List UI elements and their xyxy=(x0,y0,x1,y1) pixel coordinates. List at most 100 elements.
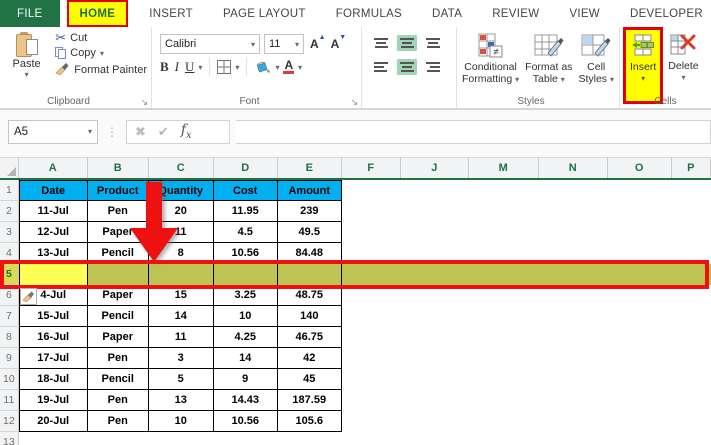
cell-B12[interactable]: Pen xyxy=(87,411,149,432)
cell-N6[interactable] xyxy=(539,285,608,306)
cell-N2[interactable] xyxy=(539,201,608,222)
cell-D7[interactable]: 10 xyxy=(213,306,278,327)
cell-F9[interactable] xyxy=(342,348,401,369)
cell-N5[interactable] xyxy=(538,264,608,285)
cell-J8[interactable] xyxy=(401,327,469,348)
cell-C1[interactable]: Quantity xyxy=(148,180,214,201)
align-left-button[interactable] xyxy=(371,59,391,75)
cell-N1[interactable] xyxy=(539,180,608,201)
cell-O6[interactable] xyxy=(608,285,672,306)
cell-A1[interactable]: Date xyxy=(18,180,88,201)
cell-B1[interactable]: Product xyxy=(87,180,149,201)
cell-M3[interactable] xyxy=(469,222,539,243)
cell-N9[interactable] xyxy=(539,348,608,369)
cell-F4[interactable] xyxy=(342,243,401,264)
font-color-button[interactable]: A xyxy=(283,59,295,74)
formula-input[interactable] xyxy=(236,119,711,144)
cell-J9[interactable] xyxy=(401,348,469,369)
fill-color-button[interactable] xyxy=(254,60,271,75)
cell-N11[interactable] xyxy=(539,390,608,411)
cell-B8[interactable]: Paper xyxy=(87,327,149,348)
cell-C9[interactable]: 3 xyxy=(148,348,214,369)
cell-E13[interactable] xyxy=(278,432,342,445)
cell-E12[interactable]: 105.6 xyxy=(277,411,342,432)
cell-E9[interactable]: 42 xyxy=(277,348,342,369)
cell-A11[interactable]: 19-Jul xyxy=(18,390,88,411)
cell-D3[interactable]: 4.5 xyxy=(213,222,278,243)
tab-insert[interactable]: INSERT xyxy=(147,0,195,27)
cell-P4[interactable] xyxy=(672,243,711,264)
cell-M12[interactable] xyxy=(469,411,539,432)
tab-view[interactable]: VIEW xyxy=(567,0,602,27)
row-header-6[interactable]: 6 xyxy=(0,285,19,306)
bold-button[interactable]: B xyxy=(160,59,169,75)
cell-F3[interactable] xyxy=(342,222,401,243)
cell-B11[interactable]: Pen xyxy=(87,390,149,411)
cell-P6[interactable] xyxy=(672,285,711,306)
cell-O12[interactable] xyxy=(608,411,672,432)
tab-developer[interactable]: DEVELOPER xyxy=(628,0,705,27)
cell-B2[interactable]: Pen xyxy=(87,201,149,222)
name-box[interactable]: A5 ▾ xyxy=(8,119,98,144)
cell-P13[interactable] xyxy=(672,432,711,445)
font-name-dropdown-arrow[interactable]: ▾ xyxy=(251,40,255,49)
font-name-select[interactable]: Calibri ▾ xyxy=(160,34,260,54)
row-header-10[interactable]: 10 xyxy=(0,369,19,390)
format-as-table-button[interactable]: Format as Table ▾ xyxy=(522,30,575,94)
cell-C12[interactable]: 10 xyxy=(148,411,214,432)
decrease-font-size-button[interactable]: A▼ xyxy=(331,34,347,51)
cell-C4[interactable]: 8 xyxy=(148,243,214,264)
row-header-3[interactable]: 3 xyxy=(0,222,19,243)
column-header-f[interactable]: F xyxy=(342,158,401,178)
row-header-2[interactable]: 2 xyxy=(0,201,19,222)
row-header-5[interactable]: 5 xyxy=(0,264,19,285)
cell-O7[interactable] xyxy=(608,306,672,327)
font-size-dropdown-arrow[interactable]: ▾ xyxy=(295,40,299,49)
tab-data[interactable]: DATA xyxy=(430,0,464,27)
cell-M2[interactable] xyxy=(469,201,539,222)
cell-C7[interactable]: 14 xyxy=(148,306,214,327)
cell-J4[interactable] xyxy=(401,243,469,264)
row-header-11[interactable]: 11 xyxy=(0,390,19,411)
cell-N4[interactable] xyxy=(539,243,608,264)
cell-M7[interactable] xyxy=(469,306,539,327)
select-all-corner[interactable] xyxy=(0,158,19,178)
row-header-13[interactable]: 13 xyxy=(0,432,19,445)
cell-F7[interactable] xyxy=(342,306,401,327)
cell-F5[interactable] xyxy=(341,264,401,285)
cell-D5[interactable] xyxy=(213,264,278,285)
row-header-1[interactable]: 1 xyxy=(0,180,19,201)
tab-page-layout[interactable]: PAGE LAYOUT xyxy=(221,0,308,27)
column-header-m[interactable]: M xyxy=(469,158,539,178)
column-header-j[interactable]: J xyxy=(401,158,469,178)
column-header-o[interactable]: O xyxy=(608,158,672,178)
cell-J13[interactable] xyxy=(401,432,469,445)
underline-dropdown-arrow[interactable]: ▾ xyxy=(198,63,202,72)
cell-O2[interactable] xyxy=(608,201,672,222)
row-header-12[interactable]: 12 xyxy=(0,411,19,432)
middle-align-button[interactable] xyxy=(397,35,417,51)
cell-E6[interactable]: 48.75 xyxy=(277,285,342,306)
cell-A13[interactable] xyxy=(19,432,88,445)
cell-D10[interactable]: 9 xyxy=(213,369,278,390)
italic-button[interactable]: I xyxy=(173,59,181,75)
row-header-9[interactable]: 9 xyxy=(0,348,19,369)
center-align-button[interactable] xyxy=(397,59,417,75)
paste-dropdown-arrow[interactable]: ▾ xyxy=(25,70,29,79)
cell-N7[interactable] xyxy=(539,306,608,327)
cell-C8[interactable]: 11 xyxy=(148,327,214,348)
cell-P3[interactable] xyxy=(672,222,711,243)
cell-F2[interactable] xyxy=(342,201,401,222)
insert-button[interactable]: Insert ▾ xyxy=(627,30,659,86)
cell-O11[interactable] xyxy=(608,390,672,411)
cell-O4[interactable] xyxy=(608,243,672,264)
cell-J2[interactable] xyxy=(401,201,469,222)
cut-button[interactable]: ✂ Cut xyxy=(55,31,147,44)
cell-J11[interactable] xyxy=(401,390,469,411)
cell-M5[interactable] xyxy=(468,264,539,285)
cell-O10[interactable] xyxy=(608,369,672,390)
bottom-align-button[interactable] xyxy=(423,35,443,51)
cell-C6[interactable]: 15 xyxy=(148,285,214,306)
row-header-7[interactable]: 7 xyxy=(0,306,19,327)
borders-dropdown-arrow[interactable]: ▾ xyxy=(235,63,239,72)
